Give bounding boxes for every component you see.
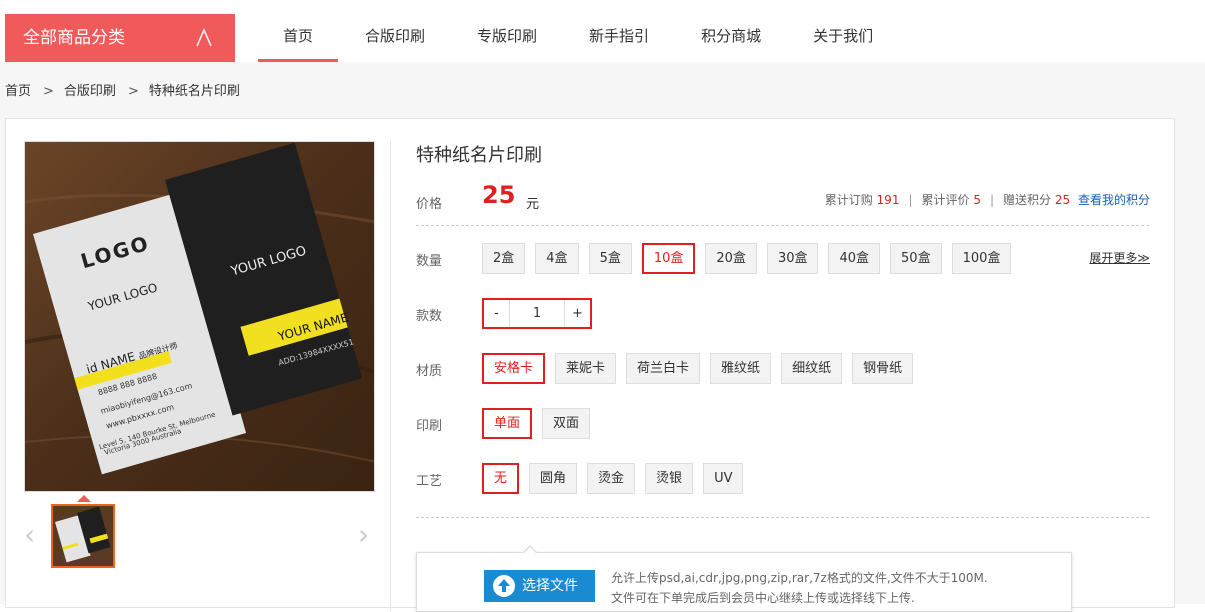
material-option[interactable]: 雅纹纸: [710, 353, 772, 384]
craft-label: 工艺: [416, 474, 443, 489]
material-option[interactable]: 钢骨纸: [852, 353, 914, 384]
nav-item-combined-print[interactable]: 合版印刷: [340, 14, 450, 62]
main-nav: 首页 合版印刷 专版印刷 新手指引 积分商城 关于我们: [258, 14, 900, 62]
quantity-option[interactable]: 5盒: [588, 243, 632, 274]
points-count: 25: [1054, 193, 1071, 207]
divider-dashed: [416, 225, 1149, 226]
quantity-option[interactable]: 2盒: [482, 243, 526, 274]
print-option-selected[interactable]: 单面: [482, 408, 533, 439]
quantity-option[interactable]: 20盒: [705, 243, 757, 274]
thumbnail-pointer: [77, 495, 91, 502]
all-categories-button[interactable]: 全部商品分类: [5, 14, 235, 62]
print-label: 印刷: [416, 419, 443, 434]
breadcrumb: 首页 > 合版印刷 > 特种纸名片印刷: [5, 80, 246, 99]
upload-hint-line-2: 文件可在下单完成后到会员中心继续上传或选择线下上传.: [611, 591, 915, 605]
chevron-right-icon[interactable]: ›: [358, 518, 369, 551]
reviews-label: 累计评价: [921, 193, 970, 207]
product-main-image: LOGO YOUR LOGO id NAME 品牌设计师 8888 888 88…: [24, 141, 375, 492]
thumbnail-1[interactable]: [51, 504, 115, 568]
product-panel: LOGO YOUR LOGO id NAME 品牌设计师 8888 888 88…: [5, 118, 1175, 612]
thumbnail-image: [53, 506, 113, 566]
price-value: 25: [482, 181, 516, 209]
breadcrumb-separator: >: [127, 84, 139, 99]
divider-dashed: [416, 517, 1149, 518]
nav-item-guide[interactable]: 新手指引: [564, 14, 674, 62]
expand-more-link[interactable]: 展开更多≫: [1089, 249, 1150, 266]
quantity-label: 数量: [416, 254, 443, 269]
count-input[interactable]: 1: [509, 300, 565, 327]
orders-label: 累计订购: [824, 193, 873, 207]
breadcrumb-category[interactable]: 合版印刷: [64, 84, 116, 99]
craft-option[interactable]: UV: [703, 463, 744, 494]
product-stats: 累计订购 191 | 累计评价 5 | 赠送积分 25 查看我的积分: [824, 193, 1150, 207]
material-option[interactable]: 荷兰白卡: [626, 353, 701, 384]
count-label: 款数: [416, 309, 443, 324]
count-minus-button[interactable]: -: [484, 300, 509, 327]
choose-file-label: 选择文件: [522, 578, 578, 594]
nav-item-points-mall[interactable]: 积分商城: [676, 14, 786, 62]
breadcrumb-home[interactable]: 首页: [5, 84, 31, 99]
print-options: 单面 双面: [482, 408, 600, 439]
quantity-option[interactable]: 50盒: [890, 243, 942, 274]
nav-item-special-print[interactable]: 专版印刷: [452, 14, 562, 62]
my-points-link[interactable]: 查看我的积分: [1078, 193, 1150, 207]
quantity-option[interactable]: 100盒: [951, 243, 1012, 274]
nav-item-about[interactable]: 关于我们: [788, 14, 898, 62]
column-divider: [390, 141, 391, 611]
upload-hint-line-1: 允许上传psd,ai,cdr,jpg,png,zip,rar,7z格式的文件,文…: [611, 571, 988, 585]
product-title: 特种纸名片印刷: [416, 145, 542, 166]
material-option[interactable]: 细纹纸: [781, 353, 843, 384]
thumbnail-strip: ‹ ›: [24, 495, 375, 572]
all-categories-label: 全部商品分类: [23, 28, 125, 48]
breadcrumb-separator: >: [43, 84, 54, 99]
price-unit: 元: [526, 197, 540, 212]
reviews-count: 5: [973, 193, 981, 207]
craft-option[interactable]: 烫金: [587, 463, 636, 494]
count-plus-button[interactable]: +: [565, 300, 590, 327]
points-label: 赠送积分: [1003, 193, 1052, 207]
craft-options: 无 圆角 烫金 烫银 UV: [482, 463, 753, 494]
chevron-up-icon: [196, 28, 212, 47]
material-option[interactable]: 莱妮卡: [555, 353, 617, 384]
print-option[interactable]: 双面: [542, 408, 591, 439]
material-option-selected[interactable]: 安格卡: [482, 353, 546, 384]
orders-count: 191: [876, 193, 900, 207]
nav-item-home[interactable]: 首页: [258, 14, 339, 62]
craft-option[interactable]: 烫银: [645, 463, 694, 494]
material-label: 材质: [416, 364, 443, 379]
choose-file-button[interactable]: 选择文件: [484, 570, 595, 602]
count-stepper: - 1 +: [482, 298, 592, 329]
quantity-option[interactable]: 4盒: [535, 243, 579, 274]
quantity-option[interactable]: 40盒: [828, 243, 881, 274]
top-bar: 全部商品分类 首页 合版印刷 专版印刷 新手指引 积分商城 关于我们: [0, 0, 1205, 62]
upload-icon: [493, 575, 515, 597]
upload-hint: 允许上传psd,ai,cdr,jpg,png,zip,rar,7z格式的文件,文…: [611, 568, 988, 608]
quantity-option[interactable]: 30盒: [766, 243, 819, 274]
craft-option-selected[interactable]: 无: [482, 463, 520, 494]
upload-box: 选择文件 允许上传psd,ai,cdr,jpg,png,zip,rar,7z格式…: [416, 545, 1072, 612]
craft-option[interactable]: 圆角: [529, 463, 578, 494]
price-label: 价格: [416, 197, 443, 212]
quantity-options: 2盒 4盒 5盒 10盒 20盒 30盒 40盒 50盒 100盒: [482, 243, 1021, 274]
material-options: 安格卡 莱妮卡 荷兰白卡 雅纹纸 细纹纸 钢骨纸: [482, 353, 923, 384]
breadcrumb-current: 特种纸名片印刷: [148, 84, 240, 99]
chevron-left-icon[interactable]: ‹: [24, 518, 35, 551]
quantity-option-selected[interactable]: 10盒: [641, 243, 696, 274]
